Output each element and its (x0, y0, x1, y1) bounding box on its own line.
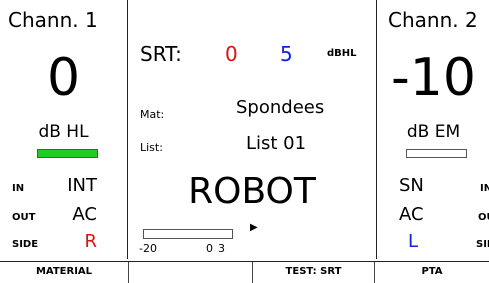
channel1-in-value[interactable]: INT (67, 175, 97, 196)
channel2-level-bar (406, 149, 467, 158)
current-word: ROBOT (188, 171, 316, 212)
channel1-out-label: OUT (12, 212, 36, 223)
channel1-side-value[interactable]: R (84, 231, 97, 252)
srt-value-1: 0 (225, 42, 238, 66)
vu-meter (143, 229, 233, 239)
channel2-in-value[interactable]: SN (399, 175, 424, 196)
channel1-panel: Chann. 1 0 dB HL IN INT OUT AC SIDE R (0, 0, 128, 259)
srt-value-2: 5 (280, 42, 293, 66)
vu-meter-max: 3 (218, 242, 225, 255)
srt-unit: dBHL (327, 48, 357, 59)
test-srt-softkey[interactable]: TEST: SRT (253, 262, 375, 283)
channel1-unit: dB HL (38, 122, 89, 142)
channel2-in-label: IN (480, 183, 489, 194)
list-label: List: (140, 141, 163, 154)
channel2-out-label: OUT (478, 212, 489, 223)
channel1-in-label: IN (12, 183, 25, 194)
channel1-title: Chann. 1 (8, 8, 98, 32)
channel2-side-label: SIDE (476, 239, 489, 250)
srt-label: SRT: (140, 42, 182, 66)
list-value[interactable]: List 01 (246, 133, 306, 154)
material-softkey[interactable]: MATERIAL (0, 262, 129, 283)
vu-meter-zero: 0 (206, 242, 213, 255)
channel2-title: Chann. 2 (388, 8, 478, 32)
channel1-out-value[interactable]: AC (72, 204, 97, 225)
pta-softkey[interactable]: PTA (375, 262, 489, 283)
vu-meter-min: -20 (139, 242, 157, 255)
play-arrow-icon: ▶ (250, 222, 258, 233)
channel1-level-bar (37, 149, 98, 158)
channel1-side-label: SIDE (12, 239, 39, 250)
channel2-unit: dB EM (406, 122, 461, 142)
material-value[interactable]: Spondees (236, 97, 324, 118)
center-panel: SRT: 0 5 dBHL Mat: Spondees List: List 0… (128, 0, 376, 259)
channel2-panel: Chann. 2 -10 dB EM SN IN AC OUT L SIDE (376, 0, 489, 259)
channel2-out-value[interactable]: AC (399, 204, 424, 225)
channel1-level[interactable]: 0 (0, 52, 127, 104)
material-label: Mat: (140, 108, 165, 121)
softkey-2[interactable] (129, 262, 253, 283)
softkey-bar: MATERIAL TEST: SRT PTA (0, 261, 489, 283)
channel2-side-value[interactable]: L (408, 231, 418, 252)
channel2-level[interactable]: -10 (377, 52, 489, 104)
